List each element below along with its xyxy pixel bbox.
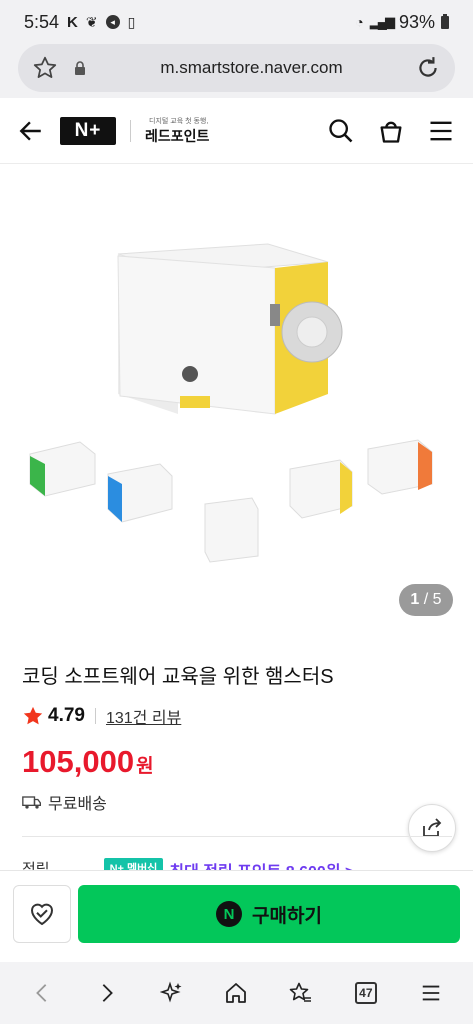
pager-total: / 5 bbox=[423, 591, 442, 608]
search-icon[interactable] bbox=[327, 117, 355, 145]
hamster-robot-image bbox=[29, 243, 433, 563]
leaf-icon: ❦ bbox=[85, 13, 98, 30]
status-bar: 5:54 K ❦ ◂ ▯ ◔ ▂▄▆ 93% bbox=[0, 0, 473, 44]
store-header: N+ 디지털 교육 첫 동행, 레드포인트 bbox=[0, 98, 473, 164]
nav-back-button[interactable] bbox=[22, 973, 62, 1013]
share-button[interactable] bbox=[408, 804, 456, 852]
pager-current: 1 bbox=[410, 591, 420, 608]
cart-icon[interactable] bbox=[377, 117, 405, 145]
signal-icon: ▂▄▆ bbox=[369, 14, 395, 29]
green-robot bbox=[29, 441, 96, 497]
blue-robot bbox=[107, 463, 173, 523]
nav-tabs-button[interactable]: 47 bbox=[346, 973, 386, 1013]
wifi-icon: ◔ bbox=[355, 14, 364, 30]
tabs-count: 47 bbox=[354, 982, 377, 1004]
address-bar[interactable]: m.smartstore.naver.com bbox=[18, 44, 455, 92]
divider bbox=[22, 836, 452, 837]
browser-toolbar: m.smartstore.naver.com bbox=[0, 44, 473, 98]
browser-bottom-nav: 47 bbox=[0, 962, 473, 1024]
menu-icon[interactable] bbox=[427, 117, 455, 145]
star-list-icon bbox=[289, 982, 312, 1002]
nav-home-button[interactable] bbox=[216, 973, 256, 1013]
divider bbox=[94, 708, 96, 724]
star-icon bbox=[23, 706, 43, 725]
price-value: 105,000 bbox=[22, 744, 135, 779]
divider bbox=[130, 119, 131, 142]
white-robot bbox=[204, 497, 259, 563]
nav-ai-button[interactable] bbox=[152, 973, 192, 1013]
back-arrow-icon[interactable] bbox=[18, 118, 44, 144]
sparkle-icon bbox=[159, 981, 182, 1003]
naver-pay-icon: N bbox=[216, 901, 243, 927]
truck-icon bbox=[22, 796, 41, 809]
purchase-bar: N 구매하기 bbox=[0, 870, 473, 962]
home-icon bbox=[226, 983, 247, 1003]
price-unit: 원 bbox=[136, 756, 154, 777]
nav-menu-button[interactable] bbox=[411, 973, 451, 1013]
rating-score: 4.79 bbox=[48, 705, 85, 726]
shipping-info: 무료배송 bbox=[22, 790, 107, 814]
buy-button[interactable]: N 구매하기 bbox=[78, 885, 460, 943]
wishlist-button[interactable] bbox=[13, 885, 71, 943]
battery-icon bbox=[441, 13, 449, 29]
product-title: 코딩 소프트웨어 교육을 위한 햄스터S bbox=[22, 666, 334, 688]
status-time: 5:54 bbox=[24, 11, 60, 32]
nav-forward-button[interactable] bbox=[87, 973, 127, 1013]
media-icon: ◂ bbox=[105, 15, 120, 29]
orange-robot bbox=[367, 439, 433, 495]
price: 105,000 원 bbox=[22, 744, 154, 780]
chevron-left-icon bbox=[36, 984, 47, 1002]
reload-icon[interactable] bbox=[415, 55, 441, 81]
buy-label: 구매하기 bbox=[252, 905, 322, 927]
naver-plus-logo[interactable]: N+ bbox=[60, 116, 116, 145]
store-brand[interactable]: 디지털 교육 첫 동행, 레드포인트 bbox=[145, 116, 209, 146]
brand-tagline: 디지털 교육 첫 동행, bbox=[149, 117, 209, 125]
battery-level: 93% bbox=[398, 11, 435, 32]
product-image[interactable]: 1 / 5 bbox=[0, 164, 473, 634]
carrier-icon: K bbox=[67, 13, 78, 31]
shipping-text: 무료배송 bbox=[48, 796, 107, 813]
chevron-right-icon bbox=[102, 984, 113, 1002]
lock-icon bbox=[75, 61, 85, 75]
nav-bookmarks-button[interactable] bbox=[281, 973, 321, 1013]
brand-name: 레드포인트 bbox=[145, 127, 210, 144]
review-count-link[interactable]: 131건 리뷰 bbox=[106, 704, 181, 728]
rating-row: 4.79 131건 리뷰 bbox=[22, 704, 181, 728]
bookmark-star-icon[interactable] bbox=[32, 55, 58, 81]
phone-icon: ▯ bbox=[127, 13, 136, 30]
url-text[interactable]: m.smartstore.naver.com bbox=[88, 58, 415, 78]
heart-check-icon bbox=[30, 903, 54, 926]
yellow-robot bbox=[289, 459, 353, 519]
image-pager: 1 / 5 bbox=[399, 584, 453, 616]
hamburger-icon bbox=[422, 985, 439, 1001]
